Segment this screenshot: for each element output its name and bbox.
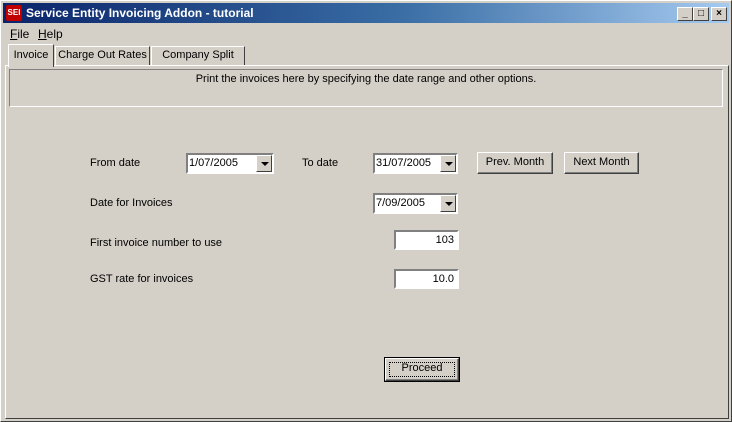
to-date-picker[interactable]: 31/07/2005 xyxy=(373,153,458,174)
sei-app-icon[interactable]: SEI xyxy=(6,5,22,21)
tab-invoice[interactable]: Invoice xyxy=(8,44,54,67)
close-button[interactable]: × xyxy=(711,7,727,21)
window-title: Service Entity Invoicing Addon - tutoria… xyxy=(26,6,254,20)
chevron-down-icon[interactable] xyxy=(440,195,456,212)
menu-help-label: elp xyxy=(46,27,63,41)
gst-rate-input[interactable]: 10.0 xyxy=(394,269,459,289)
to-date-label: To date xyxy=(302,157,339,169)
invoice-date-picker[interactable]: 7/09/2005 xyxy=(373,193,458,214)
proceed-button[interactable]: Proceed xyxy=(384,357,460,382)
first-invoice-label: First invoice number to use xyxy=(90,237,223,249)
prev-month-button[interactable]: Prev. Month xyxy=(477,152,553,174)
first-invoice-input[interactable]: 103 xyxy=(394,230,459,250)
tab-company-split[interactable]: Company Split xyxy=(151,46,245,65)
next-month-button[interactable]: Next Month xyxy=(564,152,639,174)
title-bar[interactable]: SEI Service Entity Invoicing Addon - tut… xyxy=(3,3,729,23)
info-box: Print the invoices here by specifying th… xyxy=(9,69,723,107)
focus-rect xyxy=(389,362,455,377)
chevron-down-icon[interactable] xyxy=(440,155,456,172)
menu-help[interactable]: Help xyxy=(38,27,63,41)
menu-file-label: ile xyxy=(17,27,30,41)
invoice-date-value: 7/09/2005 xyxy=(376,197,425,209)
maximize-button[interactable]: □ xyxy=(693,7,709,21)
minimize-button[interactable]: _ xyxy=(677,7,693,21)
app-window: SEI Service Entity Invoicing Addon - tut… xyxy=(0,0,732,422)
menu-bar: File Help xyxy=(3,25,729,43)
invoice-date-label: Date for Invoices xyxy=(90,197,173,209)
to-date-value: 31/07/2005 xyxy=(376,157,432,169)
chevron-down-icon[interactable] xyxy=(256,155,272,172)
from-date-picker[interactable]: 1/07/2005 xyxy=(186,153,274,174)
menu-file[interactable]: File xyxy=(10,27,29,41)
from-date-value: 1/07/2005 xyxy=(189,157,238,169)
info-text: Print the invoices here by specifying th… xyxy=(195,73,537,85)
menu-help-hotkey: H xyxy=(38,27,47,41)
gst-label: GST rate for invoices xyxy=(90,273,194,285)
from-date-label: From date xyxy=(90,157,141,169)
tab-charge-out-rates[interactable]: Charge Out Rates xyxy=(55,46,150,65)
